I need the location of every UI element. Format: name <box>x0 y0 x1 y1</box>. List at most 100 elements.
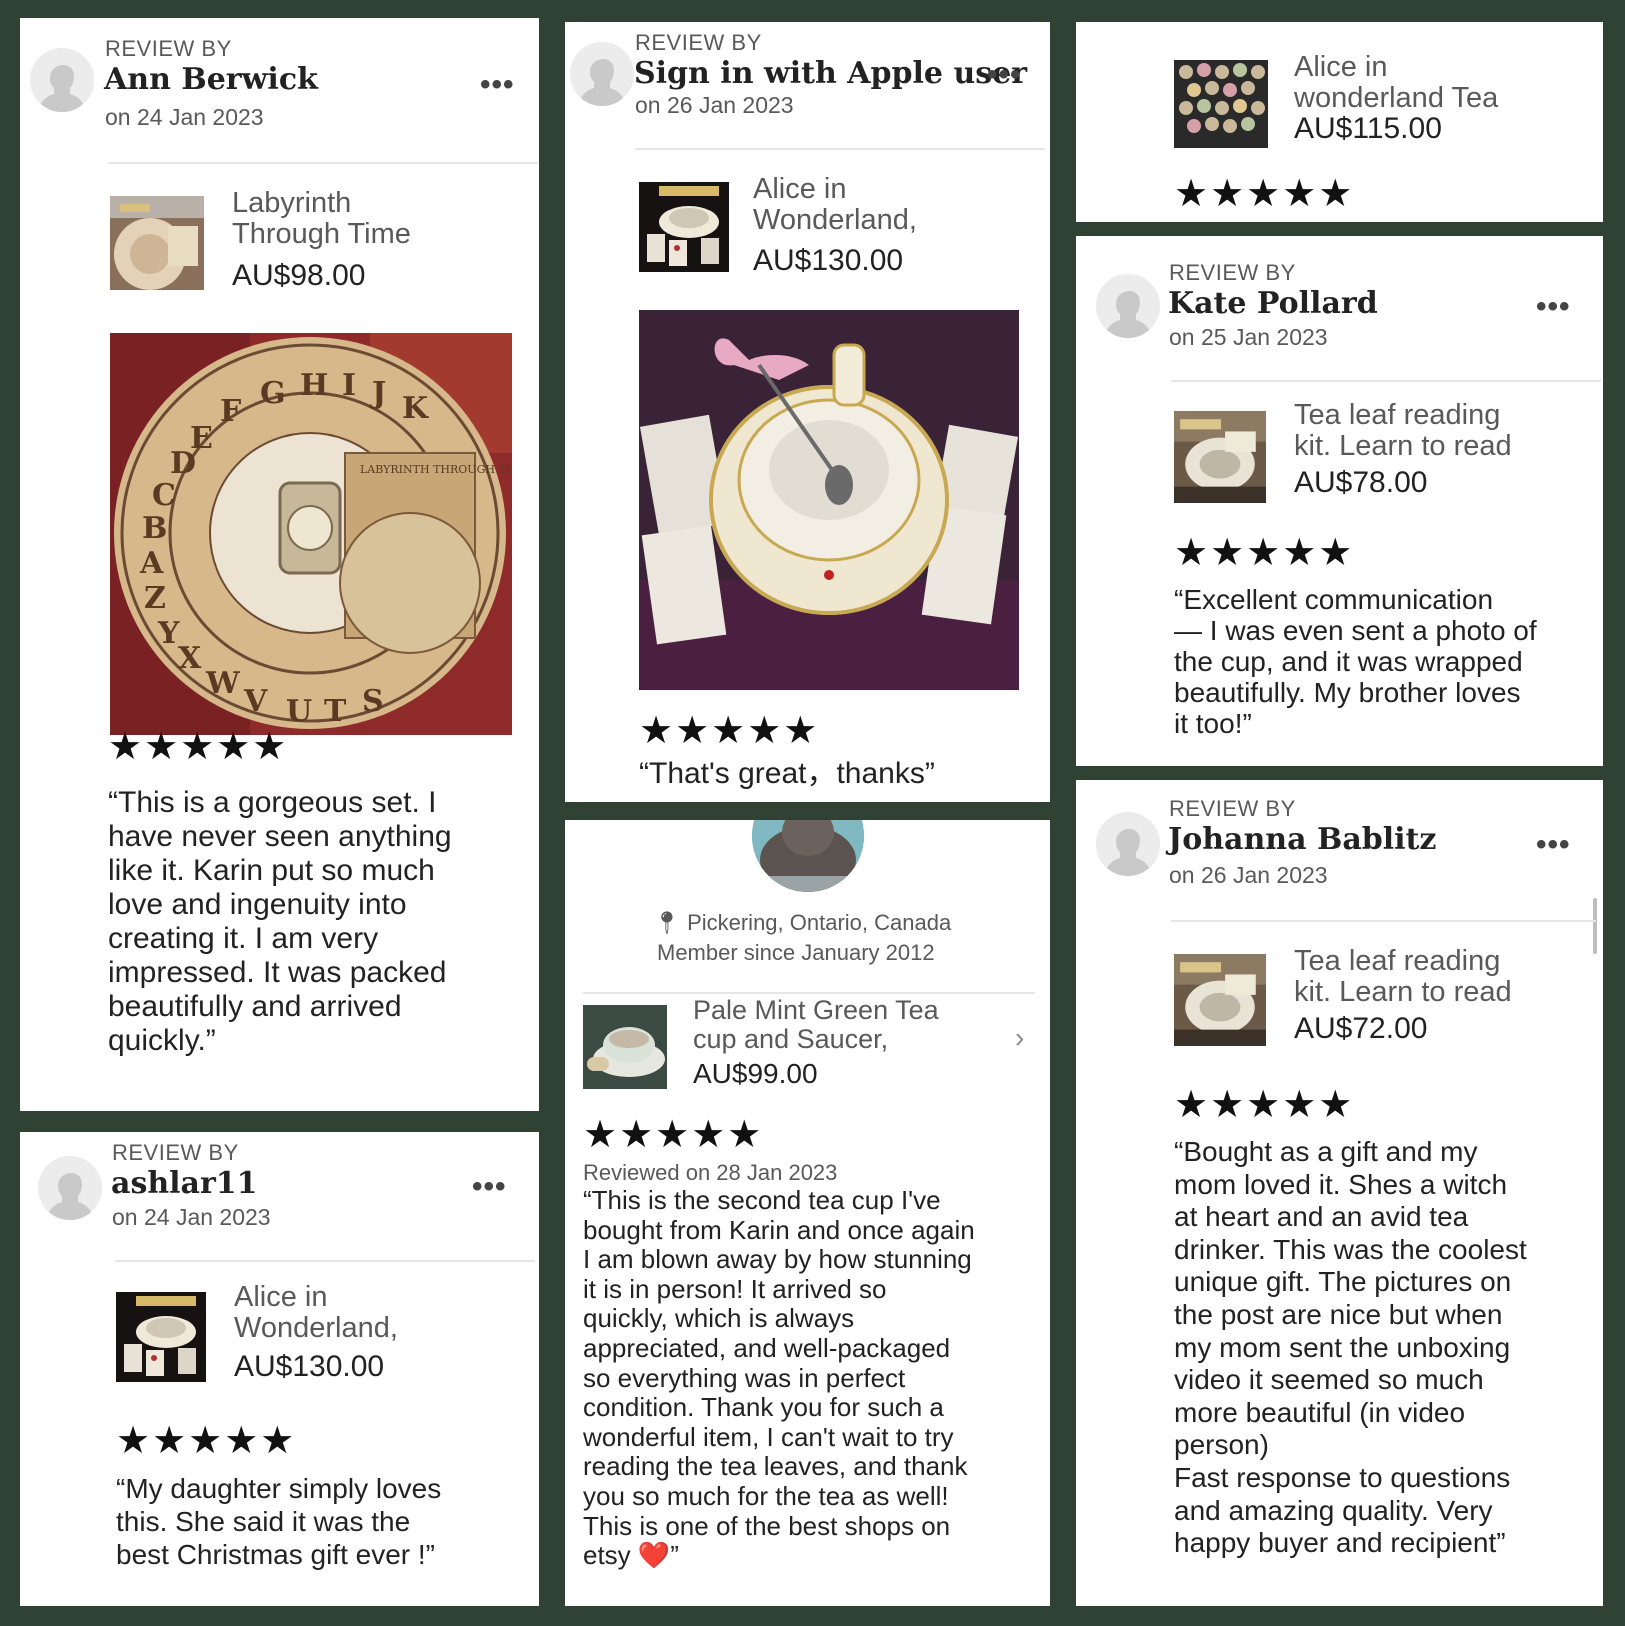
review-card-apple: REVIEW BY Sign in with Apple user on 26 … <box>565 22 1050 802</box>
review-card-ann: REVIEW BY Ann Berwick on 24 Jan 2023 •••… <box>20 18 539 1111</box>
more-dots-icon[interactable]: ••• <box>987 60 1022 90</box>
svg-text:Z: Z <box>144 581 166 616</box>
review-card-johanna: REVIEW BY Johanna Bablitz on 26 Jan 2023… <box>1076 780 1603 1606</box>
avatar[interactable] <box>1096 812 1160 876</box>
review-date: on 26 Jan 2023 <box>635 92 794 118</box>
svg-text:W: W <box>205 666 241 701</box>
divider <box>1171 380 1601 382</box>
product-thumbnail[interactable] <box>639 182 729 272</box>
product-title[interactable]: Tea leaf reading kit. Learn to read <box>1294 946 1512 1008</box>
review-text: “My daughter simply loves this. She said… <box>116 1473 442 1570</box>
star-rating: ★★★★★ <box>1174 173 1355 215</box>
star-rating: ★★★★★ <box>583 1114 764 1156</box>
more-dots-icon[interactable]: ••• <box>480 70 515 100</box>
review-text: “Bought as a gift and my mom loved it. S… <box>1174 1136 1527 1559</box>
product-title[interactable]: Tea leaf reading kit. Learn to read <box>1294 400 1512 462</box>
product-thumbnail[interactable] <box>1174 60 1268 148</box>
reviewer-name[interactable]: Sign in with Apple user <box>634 56 1027 91</box>
member-since: Member since January 2012 <box>657 940 935 965</box>
more-dots-icon[interactable]: ••• <box>1536 292 1571 322</box>
svg-text:G: G <box>260 376 286 411</box>
reviewer-name[interactable]: ashlar11 <box>111 1166 258 1201</box>
product-title[interactable]: Alice in wonderland Tea <box>1294 52 1498 114</box>
product-title[interactable]: Labyrinth Through Time <box>232 188 411 250</box>
svg-text:X: X <box>178 641 202 676</box>
review-by-label: REVIEW BY <box>635 30 762 55</box>
product-price: AU$99.00 <box>693 1058 818 1089</box>
product-thumbnail[interactable] <box>583 1005 667 1089</box>
product-price: AU$130.00 <box>753 244 904 277</box>
review-photo[interactable] <box>639 310 1019 690</box>
svg-text:Y: Y <box>157 616 180 651</box>
avatar[interactable] <box>752 820 864 892</box>
review-photo[interactable]: LABYRINTH THROUGH TIME GHIJK FEDCBAZYXWV… <box>110 333 512 735</box>
scrollbar[interactable] <box>1593 898 1597 954</box>
product-price: AU$130.00 <box>234 1350 385 1383</box>
star-rating: ★★★★★ <box>108 726 289 768</box>
star-rating: ★★★★★ <box>1174 1084 1355 1126</box>
reviewer-name[interactable]: Ann Berwick <box>104 62 318 97</box>
svg-text:V: V <box>243 684 268 719</box>
product-price: AU$72.00 <box>1294 1012 1428 1045</box>
review-by-label: REVIEW BY <box>1169 260 1296 285</box>
svg-text:T: T <box>324 694 347 729</box>
product-title[interactable]: Pale Mint Green Tea cup and Saucer, <box>693 996 939 1054</box>
divider <box>635 148 1045 150</box>
review-text: “This is a gorgeous set. I have never se… <box>108 786 452 1057</box>
product-title[interactable]: Alice in Wonderland, <box>234 1282 398 1344</box>
review-card-ashlar: REVIEW BY ashlar11 on 24 Jan 2023 ••• Al… <box>20 1132 539 1606</box>
svg-text:D: D <box>170 446 196 481</box>
svg-text:K: K <box>402 391 429 426</box>
review-text: “This is the second tea cup I've bought … <box>583 1185 975 1571</box>
product-thumbnail[interactable] <box>116 1292 206 1382</box>
divider <box>1171 920 1596 922</box>
review-date: on 25 Jan 2023 <box>1169 324 1328 350</box>
divider <box>108 162 538 164</box>
review-date: on 24 Jan 2023 <box>112 1204 271 1230</box>
review-date: on 26 Jan 2023 <box>1169 862 1328 888</box>
product-title[interactable]: Alice in Wonderland, <box>753 174 917 236</box>
svg-text:A: A <box>139 546 164 581</box>
product-price: AU$78.00 <box>1294 466 1428 499</box>
avatar[interactable] <box>1096 274 1160 338</box>
product-price: AU$115.00 <box>1294 112 1442 145</box>
avatar[interactable] <box>570 42 634 106</box>
review-by-label: REVIEW BY <box>105 36 232 61</box>
more-dots-icon[interactable]: ••• <box>1536 830 1571 860</box>
product-thumbnail[interactable] <box>1174 954 1266 1046</box>
star-rating: ★★★★★ <box>1174 532 1355 574</box>
review-by-label: REVIEW BY <box>112 1140 239 1165</box>
review-card-pickering: 📍︎ Pickering, Ontario, Canada Member sin… <box>565 820 1050 1606</box>
product-thumbnail[interactable] <box>1174 411 1266 503</box>
review-date: on 24 Jan 2023 <box>105 104 264 130</box>
svg-text:S: S <box>362 684 384 719</box>
reviewer-name[interactable]: Kate Pollard <box>1168 286 1378 321</box>
location-text: Pickering, Ontario, Canada <box>687 910 952 935</box>
review-text: “That's great，thanks” <box>639 757 935 790</box>
star-rating: ★★★★★ <box>639 710 820 752</box>
divider <box>583 992 1035 994</box>
reviewer-name[interactable]: Johanna Bablitz <box>1168 822 1436 857</box>
avatar[interactable] <box>38 1156 102 1220</box>
pin-icon: 📍︎ <box>653 910 681 935</box>
svg-text:U: U <box>286 694 312 729</box>
review-by-label: REVIEW BY <box>1169 796 1296 821</box>
svg-text:J: J <box>369 376 386 411</box>
svg-text:LABYRINTH THROUGH TIME: LABYRINTH THROUGH TIME <box>360 463 512 476</box>
svg-text:H: H <box>300 368 328 403</box>
review-text: “Excellent communication — I was even se… <box>1174 584 1537 739</box>
svg-text:I: I <box>342 368 356 403</box>
reviewed-on: Reviewed on 28 Jan 2023 <box>583 1160 838 1185</box>
star-rating: ★★★★★ <box>116 1420 297 1462</box>
chevron-right-icon[interactable]: › <box>1015 1022 1024 1054</box>
product-price: AU$98.00 <box>232 259 366 292</box>
review-card-kate: REVIEW BY Kate Pollard on 25 Jan 2023 ••… <box>1076 236 1603 766</box>
product-thumbnail[interactable] <box>110 196 204 290</box>
svg-text:F: F <box>220 394 241 429</box>
review-card-alice-tea: Alice in wonderland Tea AU$115.00 ★★★★★ <box>1076 22 1603 222</box>
avatar[interactable] <box>30 48 94 112</box>
svg-text:C: C <box>152 478 176 513</box>
divider <box>115 1260 535 1262</box>
more-dots-icon[interactable]: ••• <box>472 1172 507 1202</box>
svg-text:B: B <box>142 511 167 546</box>
